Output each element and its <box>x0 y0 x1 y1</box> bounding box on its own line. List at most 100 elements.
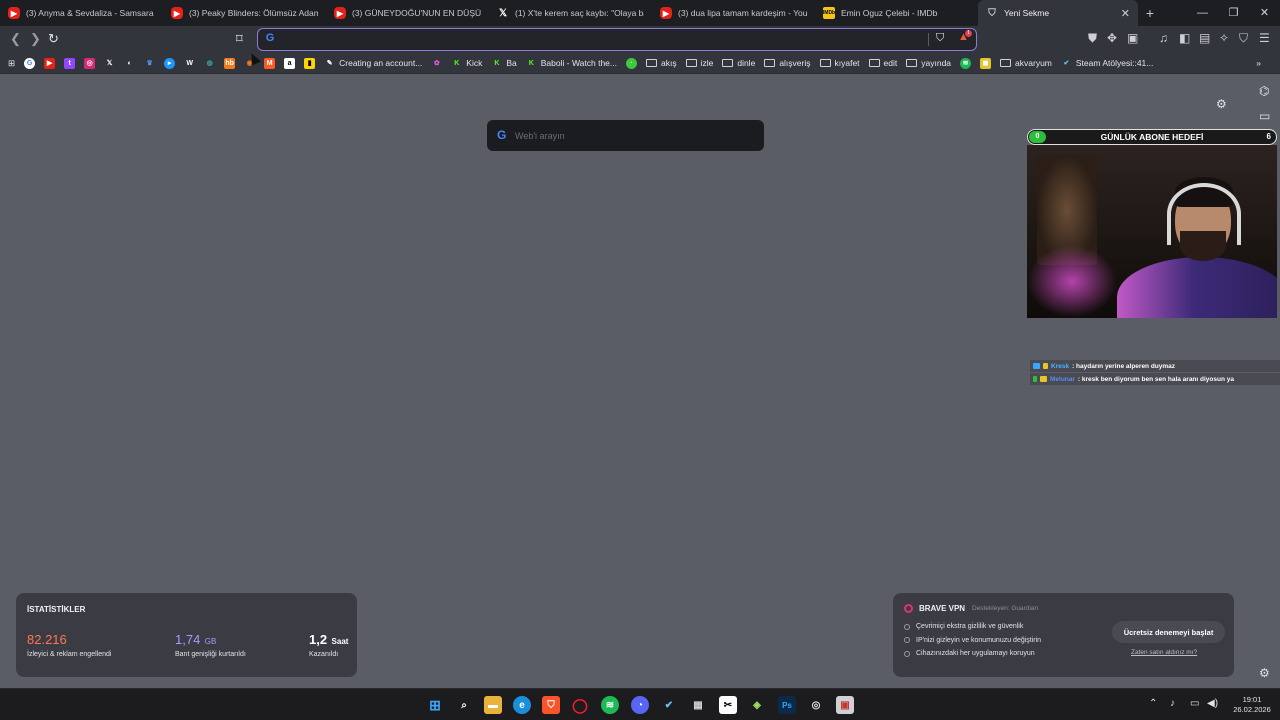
nvidia-icon[interactable]: ◈ <box>748 696 766 714</box>
chat-message: Kresk : haydarın yerine alperen duymaz <box>1030 360 1280 372</box>
reload-icon[interactable]: ↻ <box>48 31 59 47</box>
bookmark-folder-alisveris[interactable]: alışveriş <box>764 58 811 68</box>
already-purchased-link[interactable]: Zaten satın aldınız mı? <box>1131 649 1197 656</box>
brave-shields-icon[interactable]: ⛉ <box>936 32 944 45</box>
bookmark-instagram[interactable]: ◎ <box>84 57 96 69</box>
bookmark-folder-dinle[interactable]: dinle <box>722 58 755 68</box>
file-explorer-icon[interactable]: ▬ <box>484 696 502 714</box>
menu-icon[interactable]: ☰ <box>1259 31 1270 45</box>
close-window-icon[interactable]: ✕ <box>1249 0 1280 26</box>
stream-chat: Kresk : haydarın yerine alperen duymaz M… <box>1030 360 1280 386</box>
system-clock[interactable]: 19:01 26.02.2026 <box>1228 695 1276 715</box>
vpn-shield-icon[interactable]: ⛊ <box>1088 31 1097 46</box>
leo-ai-icon[interactable]: ✧ <box>1219 31 1229 45</box>
bookmark-creating-account[interactable]: ✎ Creating an account... <box>324 58 423 69</box>
microphone-icon[interactable]: ♪ <box>1170 698 1175 709</box>
bookmark-label: dinle <box>737 58 756 68</box>
forward-icon[interactable]: ❯ <box>30 31 41 47</box>
bookmark-folder-akvaryum[interactable]: akvaryum <box>1000 58 1052 68</box>
crown-icon: ♛ <box>146 60 153 67</box>
ntp-settings-icon[interactable]: ⚙ <box>1216 97 1227 111</box>
obs-icon[interactable]: ◎ <box>807 696 825 714</box>
bookmark-baboli[interactable]: K Baboli - Watch the... <box>526 58 617 69</box>
bookmark-spotify[interactable]: ≋ <box>960 57 972 69</box>
bookmark-crown[interactable]: ♛ <box>144 58 155 69</box>
stat-bandwidth: 1,74 GB Bant genişliği kurtarıldı <box>175 631 246 658</box>
app-icon[interactable]: ▣ <box>836 696 854 714</box>
bookmark-folder-edit[interactable]: edit <box>868 58 897 68</box>
apps-grid-icon[interactable]: ⊞ <box>8 58 15 69</box>
more-bookmarks-icon[interactable]: » <box>1256 58 1261 68</box>
bookmark-m[interactable]: M <box>264 57 276 69</box>
opera-icon[interactable]: ◯ <box>571 696 589 714</box>
address-bar[interactable]: G ⛉ ▲ 1 <box>257 28 977 51</box>
calculator-icon[interactable]: ▦ <box>689 696 707 714</box>
spotify-icon[interactable]: ≋ <box>601 696 619 714</box>
extensions-icon[interactable]: ✥ <box>1107 31 1117 45</box>
bookmark-steam[interactable]: ✔ Steam Atölyesi::41... <box>1061 58 1153 69</box>
screen-icon[interactable]: ▭ <box>1259 109 1270 123</box>
maximize-icon[interactable]: ❐ <box>1218 0 1249 26</box>
web-search-box[interactable]: G <box>487 120 764 151</box>
github-icon: ◐ <box>127 59 132 67</box>
bookmark-folder-izle[interactable]: izle <box>685 58 713 68</box>
bookmark-folder-yayinda[interactable]: yayında <box>906 58 951 68</box>
bookmark-folder-akis[interactable]: akış <box>645 58 677 68</box>
photoshop-icon[interactable]: Ps <box>778 696 796 714</box>
bookmark-yellow2[interactable]: ◼ <box>980 57 992 69</box>
steam-icon[interactable]: ✔ <box>660 696 678 714</box>
bookmark-youtube[interactable]: ▶ <box>44 57 56 69</box>
address-input[interactable] <box>280 31 920 48</box>
minimize-icon[interactable]: — <box>1187 0 1218 26</box>
back-icon[interactable]: ❮ <box>10 31 21 47</box>
tab-2[interactable]: ▶ (3) Peaky Blinders: Ölümsüz Adam | F <box>163 0 326 26</box>
new-tab-button[interactable]: + <box>1138 5 1162 21</box>
bookmark-kick[interactable]: K Kick <box>451 58 482 69</box>
tray-chevron-icon[interactable]: ⌃ <box>1149 698 1157 709</box>
bookmark-twitch[interactable]: t <box>64 57 76 69</box>
capcut-icon[interactable]: ✂ <box>719 696 737 714</box>
bookmark-github[interactable]: ◐ <box>124 58 135 69</box>
media-icon[interactable]: ♫ <box>1159 31 1168 45</box>
settings-icon[interactable]: ⚙ <box>1259 666 1270 680</box>
bookmark-x[interactable]: 𝕏 <box>104 58 115 69</box>
bookmark-globe[interactable]: ◍ <box>204 58 215 69</box>
discord-icon[interactable]: ◔ <box>631 696 649 714</box>
wallet-app-icon[interactable]: ▤ <box>1199 31 1210 45</box>
sidebar-toggle-icon[interactable]: ◧ <box>1179 31 1190 45</box>
windows-start-icon[interactable]: ⊞ <box>426 696 444 714</box>
tab-strip: ▶ (3) Anyma & Sevdaliza - Samsara [Lu ▶ (3… <box>0 0 1280 26</box>
wallet-icon[interactable]: ▣ <box>1127 31 1138 45</box>
bookmark-icon[interactable]: ⌑ <box>236 31 243 47</box>
bookmark-multicolor[interactable]: ✿ <box>431 58 442 69</box>
bookmark-amazon[interactable]: a <box>284 57 296 69</box>
brave-icon[interactable]: ⛉ <box>542 696 560 714</box>
bookmark-green[interactable]: · <box>625 57 637 69</box>
search-icon[interactable]: ⌕ <box>455 696 473 714</box>
tab-1[interactable]: ▶ (3) Anyma & Sevdaliza - Samsara [Lu <box>0 0 163 26</box>
close-tab-icon[interactable]: ✕ <box>1121 7 1130 20</box>
display-icon[interactable]: ▭ <box>1190 698 1199 709</box>
bookmark-ba[interactable]: K Ba <box>491 58 516 69</box>
tab-3[interactable]: ▶ (3) GÜNEYDOĞU'NUN EN DÜŞÜK PU <box>326 0 489 26</box>
stat-label: Kazanıldı <box>309 651 339 658</box>
customize-icon[interactable]: ⌬ <box>1259 84 1269 98</box>
bookmark-folder-kiyafet[interactable]: kıyafet <box>819 58 860 68</box>
tab-5[interactable]: ▶ (3) dua lipa tamam kardeşim - YouTu <box>652 0 815 26</box>
volume-icon[interactable]: ◀) <box>1207 698 1218 709</box>
tab-6[interactable]: IMDb Emin Oguz Çelebi - IMDb <box>815 0 978 26</box>
youtube-icon: ▶ <box>44 57 56 69</box>
edge-icon[interactable]: e <box>513 696 531 714</box>
bookmark-w[interactable]: W <box>184 58 195 69</box>
vpn-icon[interactable]: ⛉ <box>1239 31 1248 46</box>
bookmark-label: Ba <box>506 58 517 68</box>
search-input[interactable] <box>515 127 755 144</box>
bookmark-google[interactable]: G <box>24 57 36 69</box>
bookmark-yellow[interactable]: ▮ <box>304 57 316 69</box>
start-free-trial-button[interactable]: Ücretsiz denemeyi başlat <box>1112 621 1225 643</box>
bookmark-prime[interactable]: ▸ <box>164 57 176 69</box>
tab-active[interactable]: ⛉ Yeni Sekme ✕ <box>978 0 1138 26</box>
bookmark-label: alışveriş <box>779 58 811 68</box>
tab-4[interactable]: 𝕏 (1) X'te kerem saç kaybı: "Olaya bak <box>489 0 652 26</box>
bookmark-hb[interactable]: hb <box>224 57 236 69</box>
